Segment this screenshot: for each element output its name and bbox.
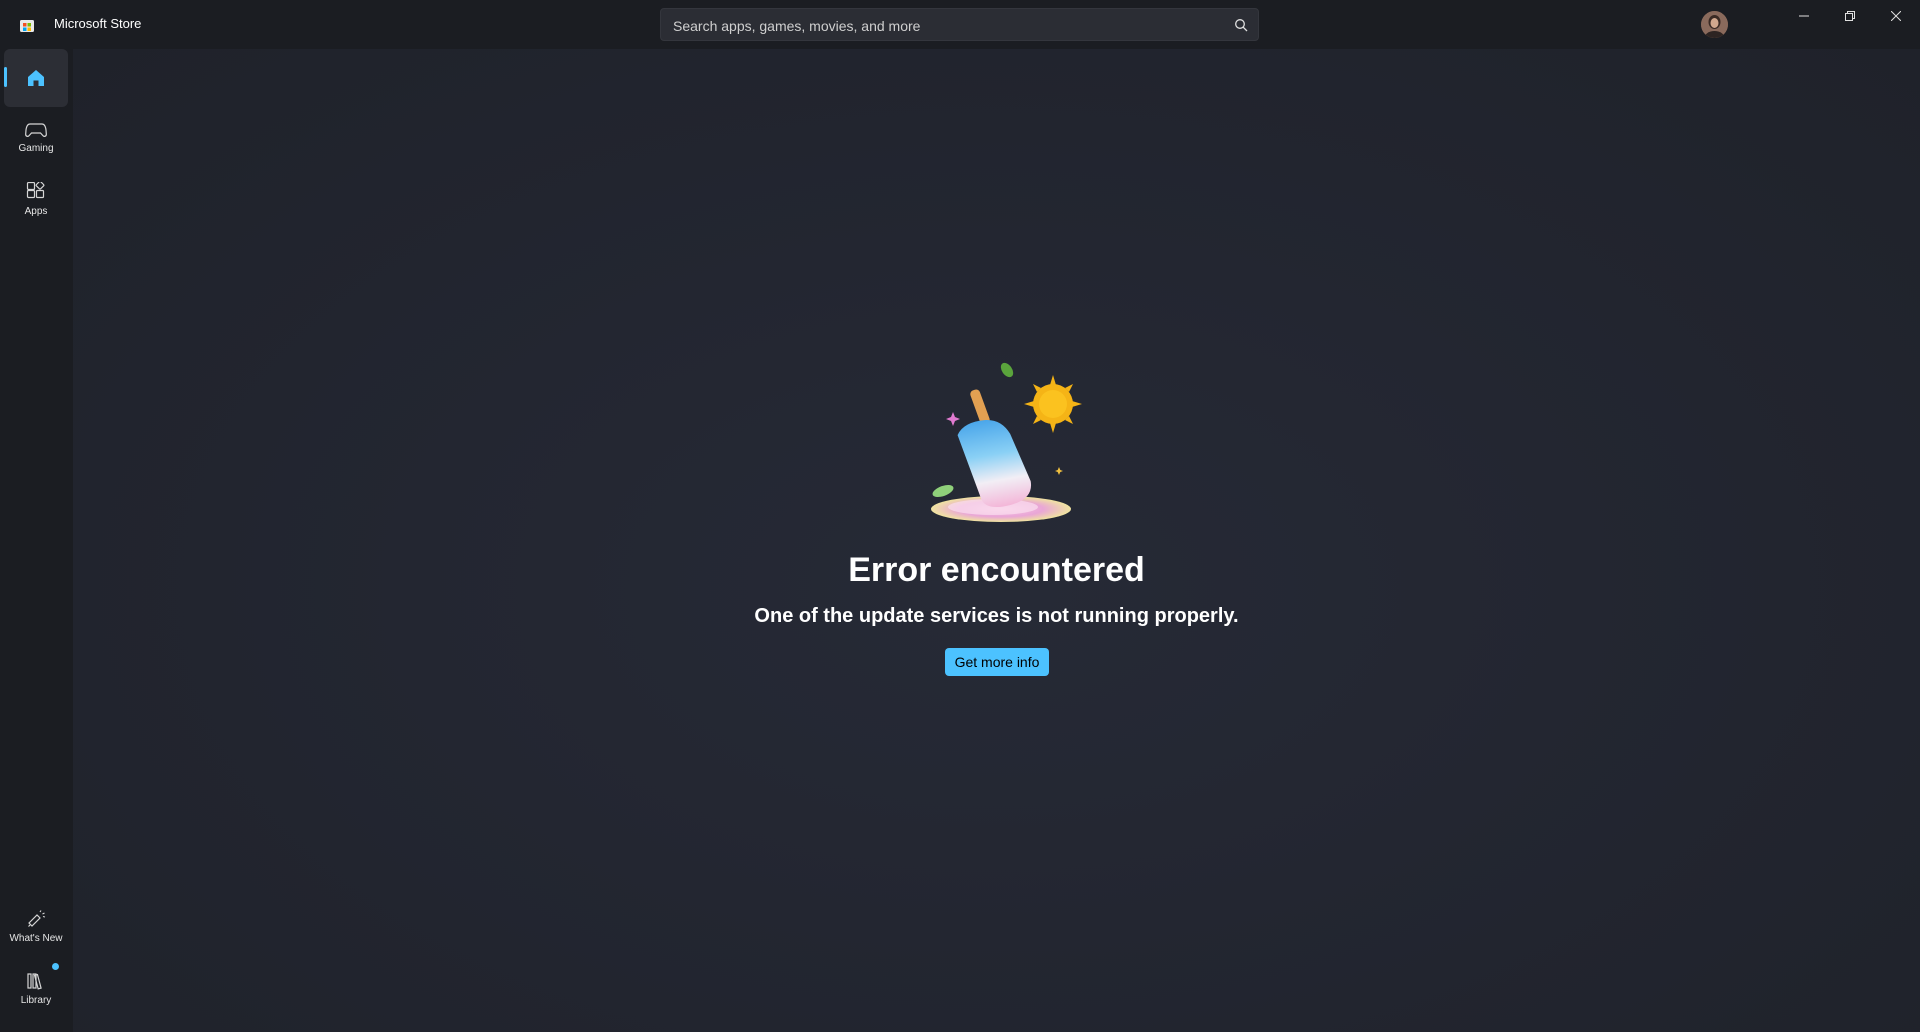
sidebar-item-label: Library — [20, 994, 52, 1006]
store-logo-icon — [20, 20, 34, 32]
sidebar-item-apps[interactable]: Apps — [4, 170, 68, 228]
restore-button[interactable] — [1827, 0, 1873, 32]
sidebar-item-gaming[interactable]: Gaming — [4, 108, 68, 166]
minimize-button[interactable] — [1781, 0, 1827, 32]
library-icon — [27, 972, 42, 990]
main-content: Error encountered One of the update serv… — [73, 49, 1920, 1032]
sidebar-item-whats-new[interactable]: What's New — [4, 897, 68, 955]
sidebar: Gaming Apps What's New Library — [0, 49, 73, 1032]
close-icon — [1891, 11, 1901, 21]
search-input[interactable] — [671, 9, 1215, 42]
sun-icon — [1024, 375, 1082, 433]
sidebar-item-library[interactable]: Library — [4, 959, 68, 1017]
error-message: One of the update services is not runnin… — [754, 605, 1239, 627]
avatar[interactable] — [1701, 11, 1728, 38]
sidebar-item-label: Apps — [24, 205, 48, 217]
gamepad-icon — [25, 122, 47, 137]
error-title: Error encountered — [848, 551, 1145, 589]
search-icon[interactable] — [1234, 18, 1248, 32]
search-box[interactable] — [660, 8, 1259, 42]
notification-badge — [52, 963, 59, 970]
apps-icon — [26, 181, 45, 198]
user-avatar-icon — [1701, 11, 1728, 38]
melting-popsicle-illustration — [931, 362, 1082, 522]
sidebar-item-label: What's New — [9, 932, 63, 944]
get-more-info-button[interactable]: Get more info — [945, 648, 1049, 676]
active-indicator — [4, 67, 7, 87]
app-title: Microsoft Store — [54, 16, 142, 31]
sidebar-item-label: Gaming — [18, 142, 54, 154]
restore-icon — [1845, 11, 1855, 21]
minimize-icon — [1799, 15, 1809, 17]
title-bar: Microsoft Store — [0, 0, 1920, 49]
close-button[interactable] — [1873, 0, 1919, 32]
sidebar-item-home[interactable] — [4, 49, 68, 107]
home-icon — [28, 70, 44, 86]
megaphone-icon — [28, 909, 46, 927]
